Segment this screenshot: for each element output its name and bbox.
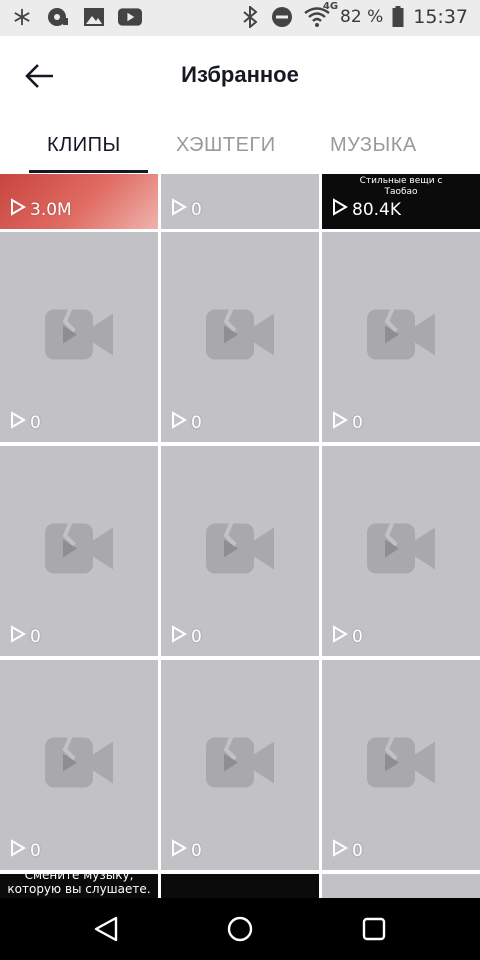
- bluetooth-icon: [238, 5, 262, 29]
- play-icon: [10, 839, 26, 862]
- view-count: 0: [332, 839, 363, 862]
- view-count: 80.4K: [332, 198, 401, 221]
- play-icon: [171, 625, 187, 648]
- video-thumbnail[interactable]: 0: [322, 660, 480, 870]
- do-not-disturb-icon: [270, 5, 294, 29]
- system-nav-bar: [0, 898, 480, 960]
- broken-video-icon: [367, 306, 435, 367]
- wifi-icon: 4G: [302, 1, 338, 29]
- play-icon: [332, 411, 348, 434]
- broken-video-icon: [45, 306, 113, 367]
- video-thumbnail[interactable]: Смените музыку, которую вы слушаете.: [0, 874, 158, 898]
- view-count: 0: [171, 625, 202, 648]
- video-thumbnail[interactable]: 0: [161, 446, 319, 656]
- back-triangle-icon: [94, 916, 118, 942]
- battery-percent: 82 %: [340, 7, 384, 27]
- play-icon: [171, 411, 187, 434]
- view-count: 0: [332, 625, 363, 648]
- snowflake-icon: [10, 5, 34, 29]
- battery-icon: [391, 5, 405, 29]
- play-icon: [171, 198, 187, 221]
- broken-video-icon: [45, 520, 113, 581]
- video-thumbnail[interactable]: 0: [322, 232, 480, 442]
- favorites-video-grid: 3.0M 0 Стильные вещи с Таобао 80.4K 0 0 …: [0, 174, 480, 898]
- play-icon: [10, 411, 26, 434]
- video-caption: Стильные вещи с Таобао: [359, 176, 443, 197]
- youtube-icon: [118, 5, 142, 29]
- tab-music[interactable]: МУЗЫКА: [330, 134, 417, 157]
- video-caption: Смените музыку, которую вы слушаете.: [7, 874, 151, 896]
- tab-bar: КЛИПЫ ХЭШТЕГИ МУЗЫКА: [0, 116, 480, 175]
- music-disc-icon: [46, 5, 70, 29]
- image-icon: [82, 5, 106, 29]
- video-thumbnail[interactable]: 3.0M: [0, 174, 158, 229]
- play-icon: [332, 198, 348, 221]
- view-count: 0: [171, 839, 202, 862]
- broken-video-icon: [45, 734, 113, 795]
- view-count: 0: [10, 625, 41, 648]
- clock: 15:37: [413, 6, 468, 28]
- tab-hashtags[interactable]: ХЭШТЕГИ: [176, 134, 276, 157]
- video-thumbnail[interactable]: 0: [0, 446, 158, 656]
- view-count: 0: [332, 411, 363, 434]
- play-icon: [10, 198, 26, 221]
- play-icon: [332, 839, 348, 862]
- view-count: 3.0M: [10, 198, 72, 221]
- video-thumbnail[interactable]: [161, 874, 319, 898]
- video-thumbnail[interactable]: 0: [0, 660, 158, 870]
- video-thumbnail[interactable]: [322, 874, 480, 898]
- status-bar: 4G 82 % 15:37: [0, 0, 480, 36]
- play-icon: [332, 625, 348, 648]
- play-icon: [171, 839, 187, 862]
- app-header: Избранное: [0, 36, 480, 116]
- nav-back-button[interactable]: [88, 911, 124, 947]
- network-type: 4G: [322, 1, 339, 12]
- nav-recents-button[interactable]: [356, 911, 392, 947]
- video-thumbnail[interactable]: 0: [161, 232, 319, 442]
- broken-video-icon: [206, 520, 274, 581]
- video-thumbnail[interactable]: 0: [322, 446, 480, 656]
- view-count: 0: [10, 839, 41, 862]
- broken-video-icon: [367, 520, 435, 581]
- video-thumbnail[interactable]: 0: [0, 232, 158, 442]
- view-count: 0: [171, 411, 202, 434]
- video-thumbnail[interactable]: Стильные вещи с Таобао 80.4K: [322, 174, 480, 229]
- broken-video-icon: [206, 734, 274, 795]
- active-tab-indicator: [29, 170, 148, 173]
- home-circle-icon: [227, 916, 253, 942]
- tab-clips[interactable]: КЛИПЫ: [47, 134, 121, 157]
- broken-video-icon: [367, 734, 435, 795]
- view-count: 0: [171, 198, 202, 221]
- video-thumbnail[interactable]: 0: [161, 174, 319, 229]
- recents-square-icon: [362, 917, 386, 941]
- broken-video-icon: [206, 306, 274, 367]
- nav-home-button[interactable]: [222, 911, 258, 947]
- play-icon: [10, 625, 26, 648]
- page-title: Избранное: [181, 62, 299, 87]
- video-thumbnail[interactable]: 0: [161, 660, 319, 870]
- view-count: 0: [10, 411, 41, 434]
